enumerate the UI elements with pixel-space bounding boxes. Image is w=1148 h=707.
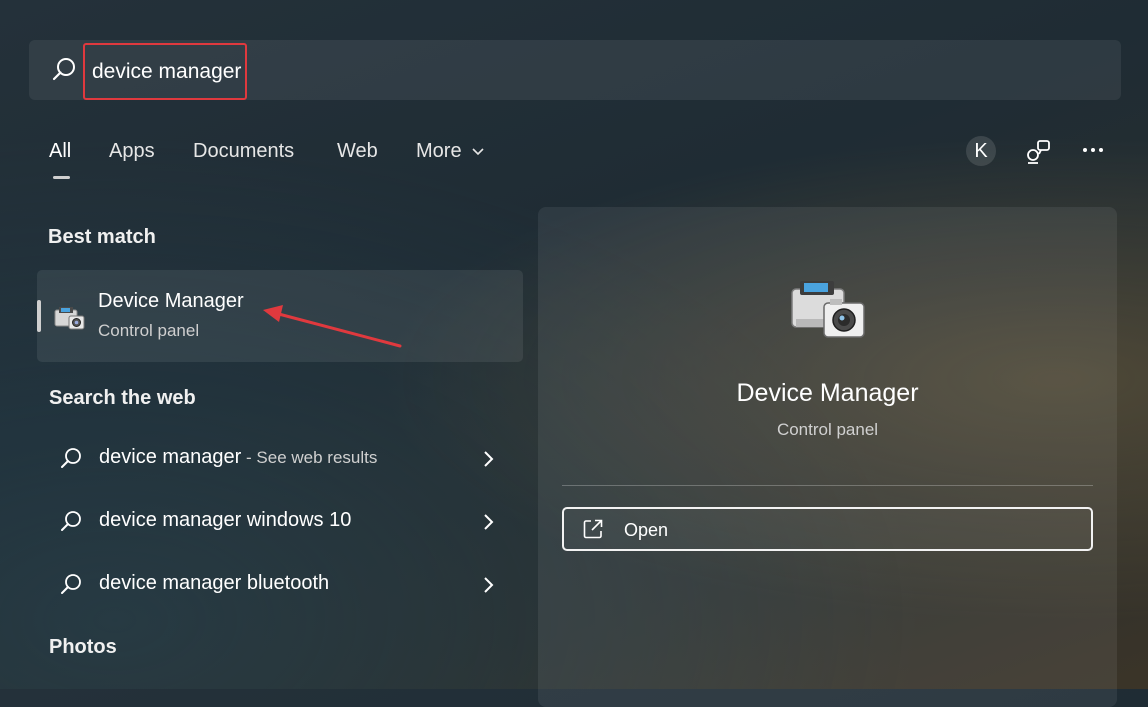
chevron-right-icon bbox=[480, 512, 496, 532]
open-external-icon bbox=[582, 518, 604, 540]
web-result-suffix: - See web results bbox=[241, 448, 378, 467]
web-result-query: device manager bbox=[99, 446, 242, 468]
search-icon bbox=[50, 56, 78, 84]
selection-indicator bbox=[37, 300, 41, 332]
tab-all[interactable]: All bbox=[49, 140, 71, 163]
web-result-label: device manager bluetooth bbox=[99, 572, 329, 595]
web-result-label: device manager - See web results bbox=[99, 446, 377, 469]
search-icon bbox=[58, 572, 84, 598]
search-web-heading: Search the web bbox=[49, 387, 196, 409]
preview-subtitle: Control panel bbox=[776, 420, 879, 439]
tab-more-label: More bbox=[416, 140, 462, 162]
annotation-arrow bbox=[263, 305, 402, 348]
connected-devices-icon[interactable] bbox=[1024, 136, 1054, 166]
search-icon bbox=[58, 446, 84, 472]
tab-documents[interactable]: Documents bbox=[193, 140, 294, 163]
open-button[interactable]: Open bbox=[562, 507, 1093, 551]
device-manager-icon bbox=[784, 275, 870, 347]
web-result-query: device manager windows 10 bbox=[99, 509, 352, 531]
active-tab-indicator bbox=[53, 176, 70, 179]
best-match-subtitle: Control panel bbox=[98, 321, 200, 340]
web-result-item[interactable]: device manager - See web results bbox=[40, 432, 510, 486]
web-result-item[interactable]: device manager windows 10 bbox=[40, 495, 510, 549]
avatar[interactable]: K bbox=[966, 136, 996, 166]
best-match-heading: Best match bbox=[48, 226, 156, 248]
preview-divider bbox=[562, 485, 1093, 486]
chevron-right-icon bbox=[480, 575, 496, 595]
web-result-label: device manager windows 10 bbox=[99, 509, 351, 532]
best-match-title: Device Manager bbox=[98, 290, 244, 312]
web-result-query: device manager bluetooth bbox=[99, 572, 330, 594]
device-manager-icon bbox=[52, 304, 88, 334]
tab-apps[interactable]: Apps bbox=[109, 140, 155, 163]
chevron-down-icon bbox=[472, 148, 484, 155]
search-highlight-annotation bbox=[83, 43, 247, 100]
open-button-label: Open bbox=[624, 520, 669, 540]
tab-web[interactable]: Web bbox=[337, 140, 378, 163]
preview-title: Device Manager bbox=[736, 379, 919, 407]
tab-more[interactable]: More bbox=[416, 140, 485, 163]
web-result-item[interactable]: device manager bluetooth bbox=[40, 558, 510, 612]
preview-pane: Device Manager Control panel Open bbox=[538, 207, 1117, 707]
chevron-right-icon bbox=[480, 449, 496, 469]
photos-heading: Photos bbox=[49, 636, 117, 658]
more-options-icon[interactable] bbox=[1078, 136, 1108, 166]
search-icon bbox=[58, 509, 84, 535]
